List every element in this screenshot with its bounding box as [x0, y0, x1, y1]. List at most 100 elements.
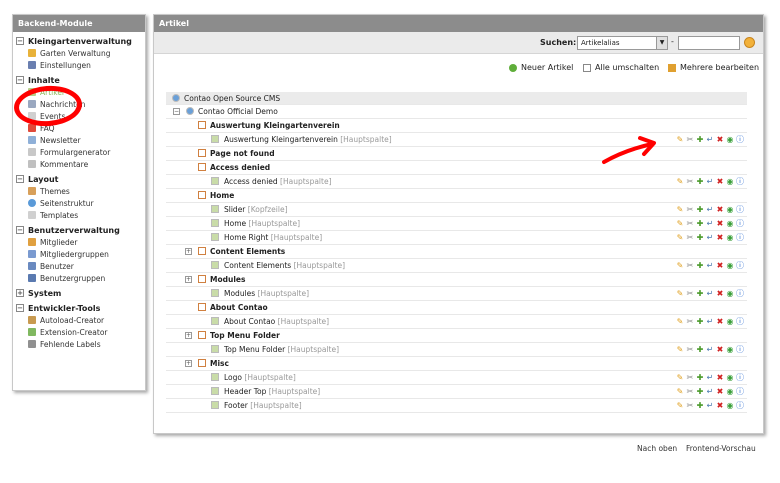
edit-icon[interactable]: ✎: [676, 289, 684, 298]
delete-icon[interactable]: ✖: [716, 219, 724, 228]
sidebar-item-benutzergruppen[interactable]: Benutzergruppen: [28, 272, 145, 284]
delete-icon[interactable]: ✖: [716, 345, 724, 354]
info-icon[interactable]: ⓘ: [736, 135, 744, 144]
copy-icon[interactable]: ✚: [696, 401, 704, 410]
row-title[interactable]: Logo [Hauptspalte]: [224, 373, 296, 382]
sidebar-item-einstellungen[interactable]: Einstellungen: [28, 59, 145, 71]
delete-icon[interactable]: ✖: [716, 205, 724, 214]
sidebar-item-mitgliedergruppen[interactable]: Mitgliedergruppen: [28, 248, 145, 260]
collapse-icon[interactable]: −: [16, 175, 24, 183]
row-title[interactable]: Modules [Hauptspalte]: [224, 289, 309, 298]
frontend-preview-link[interactable]: Frontend-Vorschau: [686, 444, 756, 453]
edit-header-icon[interactable]: ✂: [686, 233, 694, 242]
move-icon[interactable]: ↵: [706, 261, 714, 270]
sidebar-item-formulargenerator[interactable]: Formulargenerator: [28, 146, 145, 158]
copy-icon[interactable]: ✚: [696, 373, 704, 382]
copy-icon[interactable]: ✚: [696, 177, 704, 186]
expand-icon[interactable]: +: [185, 248, 192, 255]
copy-icon[interactable]: ✚: [696, 345, 704, 354]
edit-icon[interactable]: ✎: [676, 387, 684, 396]
delete-icon[interactable]: ✖: [716, 387, 724, 396]
copy-icon[interactable]: ✚: [696, 289, 704, 298]
toggle-visibility-icon[interactable]: ◉: [726, 219, 734, 228]
edit-icon[interactable]: ✎: [676, 205, 684, 214]
move-icon[interactable]: ↵: [706, 401, 714, 410]
copy-icon[interactable]: ✚: [696, 387, 704, 396]
edit-header-icon[interactable]: ✂: [686, 373, 694, 382]
info-icon[interactable]: ⓘ: [736, 387, 744, 396]
toggle-visibility-icon[interactable]: ◉: [726, 261, 734, 270]
delete-icon[interactable]: ✖: [716, 317, 724, 326]
nav-group-header[interactable]: + System: [13, 287, 145, 299]
info-icon[interactable]: ⓘ: [736, 401, 744, 410]
nav-group-header[interactable]: − Inhalte: [13, 74, 145, 86]
nav-group-header[interactable]: − Layout: [13, 173, 145, 185]
edit-icon[interactable]: ✎: [676, 373, 684, 382]
search-go-icon[interactable]: [744, 37, 755, 48]
toggle-visibility-icon[interactable]: ◉: [726, 205, 734, 214]
move-icon[interactable]: ↵: [706, 205, 714, 214]
delete-icon[interactable]: ✖: [716, 401, 724, 410]
move-icon[interactable]: ↵: [706, 219, 714, 228]
edit-multiple-button[interactable]: Mehrere bearbeiten: [668, 63, 759, 72]
row-title[interactable]: Access denied [Hauptspalte]: [224, 177, 332, 186]
row-title[interactable]: About Contao [Hauptspalte]: [224, 317, 329, 326]
edit-icon[interactable]: ✎: [676, 401, 684, 410]
delete-icon[interactable]: ✖: [716, 177, 724, 186]
sidebar-item-garten-verwaltung[interactable]: Garten Verwaltung: [28, 47, 145, 59]
move-icon[interactable]: ↵: [706, 177, 714, 186]
sidebar-item-kommentare[interactable]: Kommentare: [28, 158, 145, 170]
new-article-button[interactable]: Neuer Artikel: [509, 63, 573, 72]
move-icon[interactable]: ↵: [706, 345, 714, 354]
sidebar-item-mitglieder[interactable]: Mitglieder: [28, 236, 145, 248]
sidebar-item-extension-creator[interactable]: Extension-Creator: [28, 326, 145, 338]
row-title[interactable]: Home [Hauptspalte]: [224, 219, 300, 228]
collapse-icon[interactable]: −: [173, 108, 180, 115]
toggle-visibility-icon[interactable]: ◉: [726, 345, 734, 354]
row-title[interactable]: Slider [Kopfzeile]: [224, 205, 288, 214]
delete-icon[interactable]: ✖: [716, 233, 724, 242]
copy-icon[interactable]: ✚: [696, 317, 704, 326]
expand-icon[interactable]: +: [16, 289, 24, 297]
back-to-top-link[interactable]: Nach oben: [637, 444, 677, 453]
copy-icon[interactable]: ✚: [696, 261, 704, 270]
expand-icon[interactable]: +: [185, 332, 192, 339]
nav-group-header[interactable]: − Entwickler-Tools: [13, 302, 145, 314]
edit-header-icon[interactable]: ✂: [686, 345, 694, 354]
row-title[interactable]: Footer [Hauptspalte]: [224, 401, 302, 410]
toggle-visibility-icon[interactable]: ◉: [726, 373, 734, 382]
edit-icon[interactable]: ✎: [676, 345, 684, 354]
toggle-visibility-icon[interactable]: ◉: [726, 289, 734, 298]
toggle-visibility-icon[interactable]: ◉: [726, 177, 734, 186]
nav-group-header[interactable]: − Kleingartenverwaltung: [13, 35, 145, 47]
delete-icon[interactable]: ✖: [716, 135, 724, 144]
delete-icon[interactable]: ✖: [716, 373, 724, 382]
toggle-visibility-icon[interactable]: ◉: [726, 317, 734, 326]
edit-header-icon[interactable]: ✂: [686, 317, 694, 326]
edit-icon[interactable]: ✎: [676, 219, 684, 228]
search-field-select[interactable]: Artikelalias ▼: [577, 36, 668, 50]
toggle-all-button[interactable]: Alle umschalten: [583, 63, 659, 72]
delete-icon[interactable]: ✖: [716, 261, 724, 270]
row-title[interactable]: Home Right [Hauptspalte]: [224, 233, 322, 242]
toggle-visibility-icon[interactable]: ◉: [726, 233, 734, 242]
sidebar-item-faq[interactable]: FAQ: [28, 122, 145, 134]
search-input[interactable]: [678, 36, 740, 50]
sidebar-item-autoload-creator[interactable]: Autoload-Creator: [28, 314, 145, 326]
edit-header-icon[interactable]: ✂: [686, 205, 694, 214]
copy-icon[interactable]: ✚: [696, 233, 704, 242]
copy-icon[interactable]: ✚: [696, 135, 704, 144]
info-icon[interactable]: ⓘ: [736, 261, 744, 270]
toggle-visibility-icon[interactable]: ◉: [726, 401, 734, 410]
row-title[interactable]: Header Top [Hauptspalte]: [224, 387, 320, 396]
edit-icon[interactable]: ✎: [676, 135, 684, 144]
edit-header-icon[interactable]: ✂: [686, 261, 694, 270]
sidebar-item-benutzer[interactable]: Benutzer: [28, 260, 145, 272]
delete-icon[interactable]: ✖: [716, 289, 724, 298]
sidebar-item-templates[interactable]: Templates: [28, 209, 145, 221]
expand-icon[interactable]: +: [185, 276, 192, 283]
move-icon[interactable]: ↵: [706, 135, 714, 144]
edit-icon[interactable]: ✎: [676, 233, 684, 242]
sidebar-item-fehlende-labels[interactable]: Fehlende Labels: [28, 338, 145, 350]
edit-icon[interactable]: ✎: [676, 261, 684, 270]
